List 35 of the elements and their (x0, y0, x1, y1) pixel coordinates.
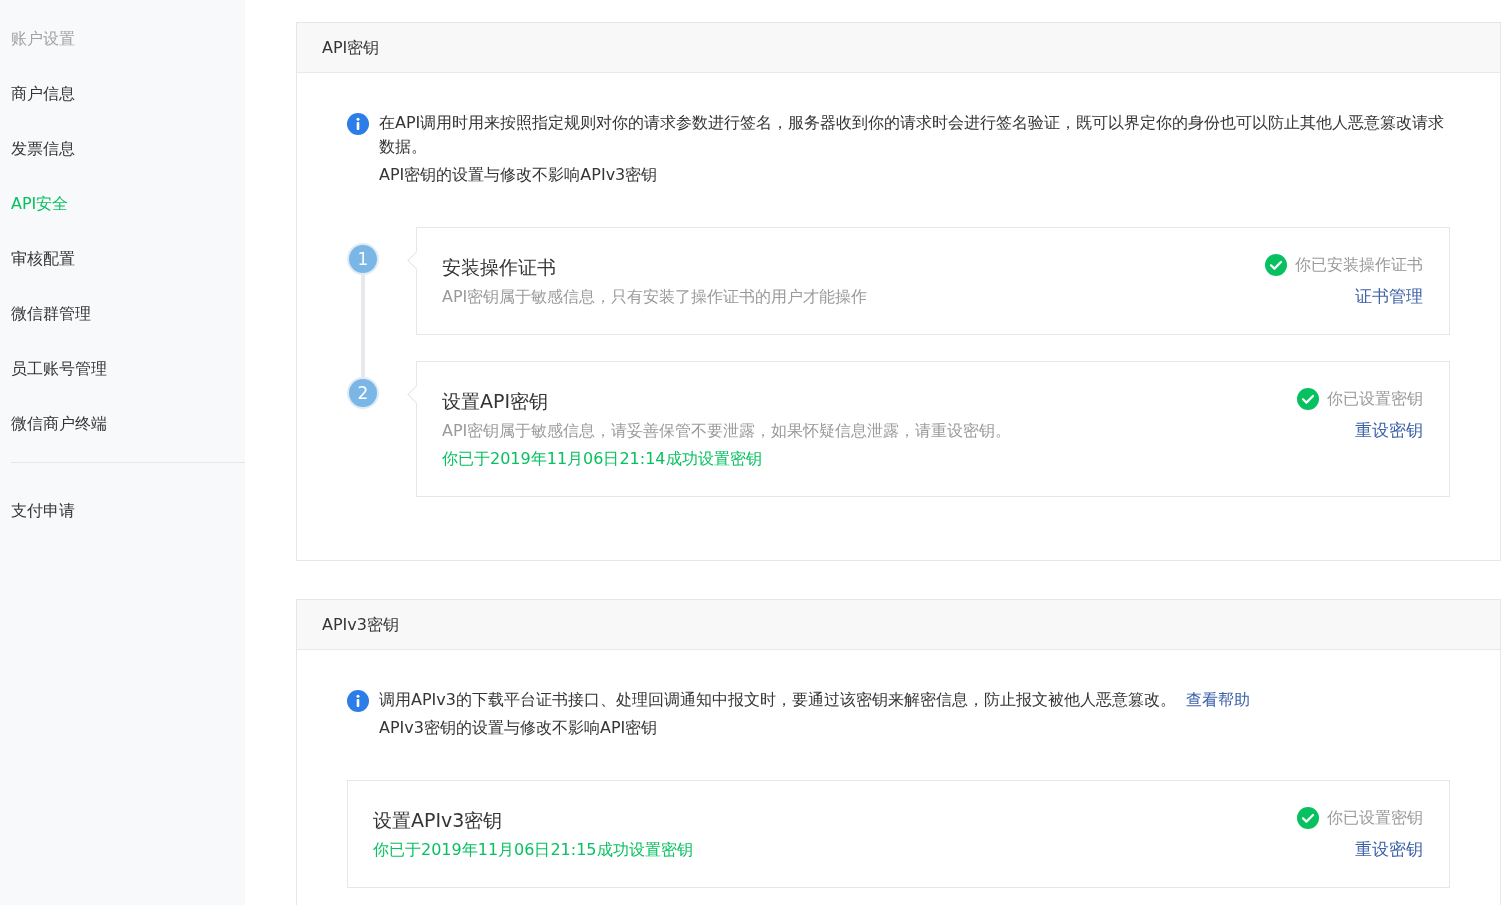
action-link[interactable]: 重设密钥 (1355, 418, 1423, 442)
success-text: 你已于2019年11月06日21:14成功设置密钥 (442, 448, 762, 470)
sidebar-item[interactable]: 员工账号管理 (11, 357, 107, 381)
status-text: 你已安装操作证书 (1295, 254, 1423, 276)
status-text: 你已设置密钥 (1327, 388, 1423, 410)
sidebar-item[interactable]: 商户信息 (11, 82, 75, 106)
notice-text: API密钥的设置与修改不影响APIv3密钥 (379, 164, 659, 186)
success-text: 你已于2019年11月06日21:15成功设置密钥 (373, 839, 693, 861)
check-icon (1297, 388, 1319, 410)
sidebar-item[interactable]: 微信群管理 (11, 302, 91, 326)
section-title: APIv3密钥 (322, 614, 399, 636)
step-title: 安装操作证书 (442, 255, 556, 280)
notice-text: 在API调用时用来按照指定规则对你的请求参数进行签名，服务器收到你的请求时会进行签名验证，既可以界定你的身份也可以防止其他人恶意篡改请求数据。 (379, 112, 1446, 158)
notice-text: 调用APIv3的下载平台证书接口、处理回调通知中报文时，要通过该密钥来解密信息，防止报文被他人恶意篡改。 查看帮助 (379, 689, 1250, 711)
sidebar-item[interactable]: 发票信息 (11, 137, 75, 161)
info-icon (347, 690, 369, 712)
sidebar-item[interactable]: 审核配置 (11, 247, 75, 271)
sidebar-item[interactable]: 微信商户终端 (11, 412, 107, 436)
check-icon (1265, 254, 1287, 276)
notice-text: APIv3密钥的设置与修改不影响API密钥 (379, 717, 659, 739)
check-icon (1297, 807, 1319, 829)
step-description: API密钥属于敏感信息，只有安装了操作证书的用户才能操作 (442, 286, 868, 308)
action-link[interactable]: 重设密钥 (1355, 837, 1423, 861)
step-number: 2 (347, 377, 379, 409)
step-number: 1 (347, 243, 379, 275)
step-title: 设置API密钥 (442, 389, 549, 414)
sidebar-heading: 账户设置 (11, 28, 75, 50)
info-icon (347, 113, 369, 135)
action-link[interactable]: 证书管理 (1355, 284, 1423, 308)
section-title: API密钥 (322, 37, 380, 59)
step-description: API密钥属于敏感信息，请妥善保管不要泄露，如果怀疑信息泄露，请重设密钥。 (442, 420, 1012, 442)
help-link[interactable]: 查看帮助 (1185, 690, 1250, 709)
step-title: 设置APIv3密钥 (373, 808, 503, 833)
status-text: 你已设置密钥 (1327, 807, 1423, 829)
sidebar-item[interactable]: 支付申请 (11, 499, 75, 523)
